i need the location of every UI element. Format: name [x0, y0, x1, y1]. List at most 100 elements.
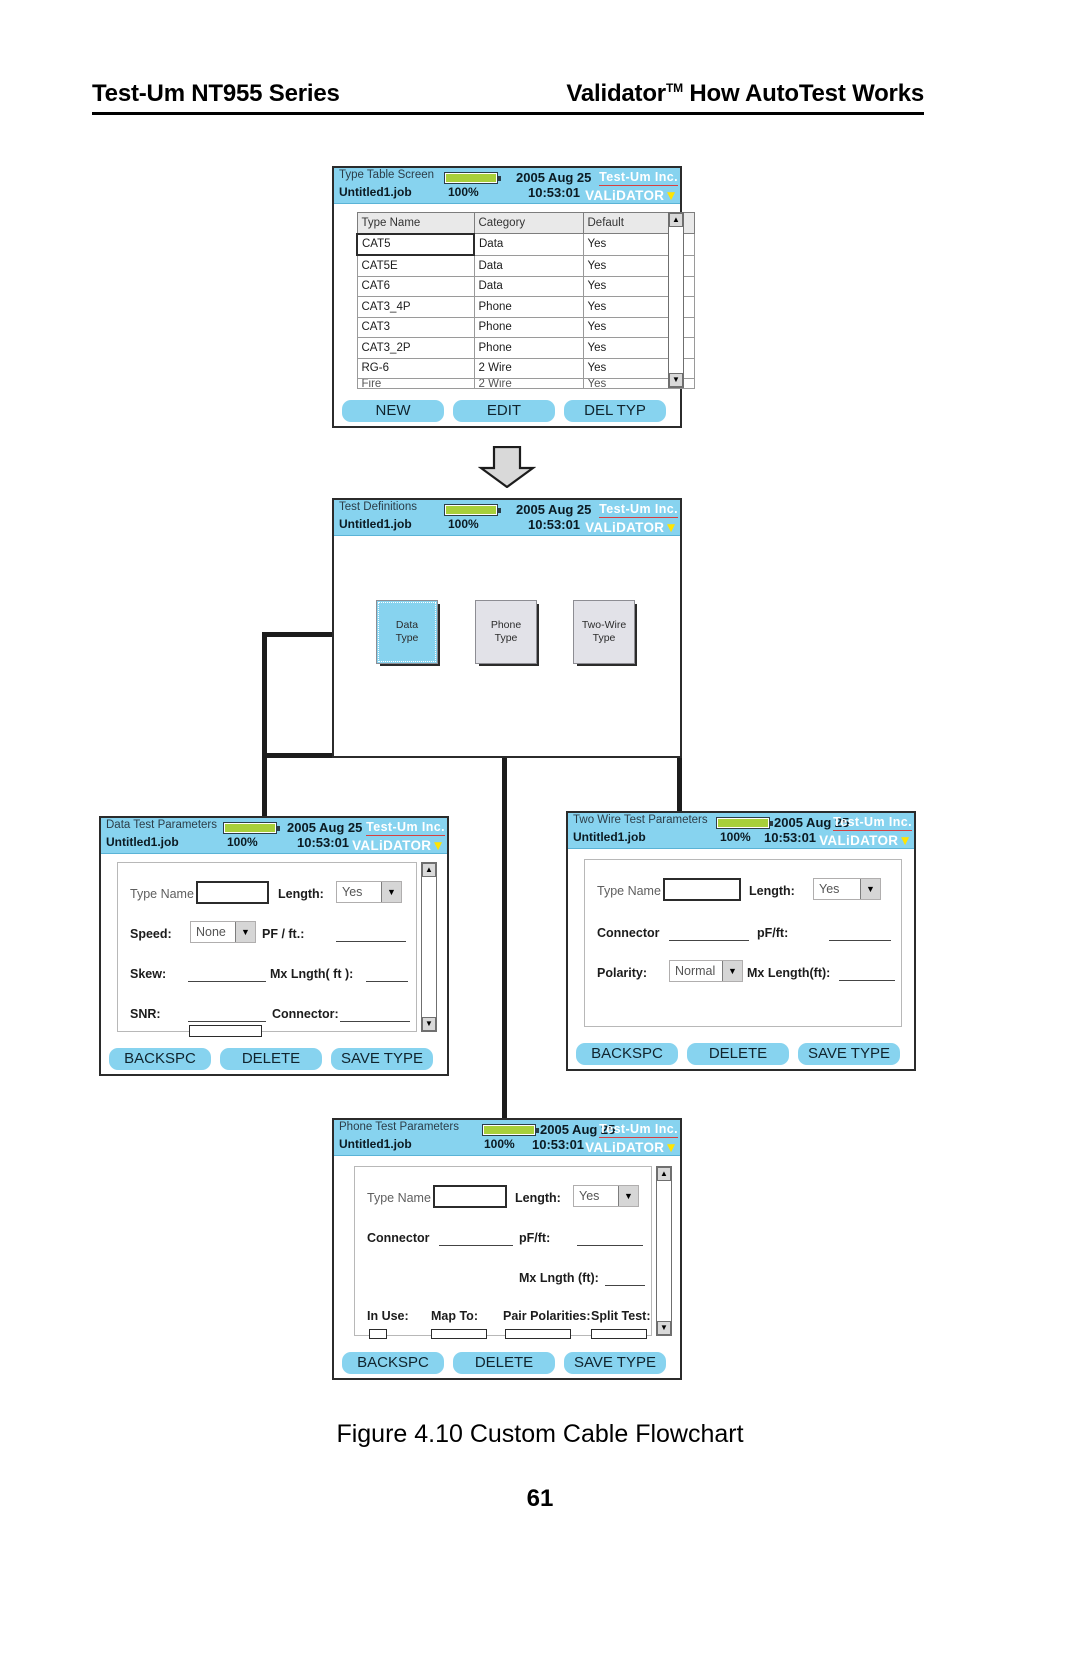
delete-button[interactable]: DELETE — [687, 1043, 789, 1065]
connector-label: Connector: — [272, 1007, 339, 1021]
cell-category[interactable]: Data — [473, 254, 584, 277]
brand-product-text: VALiDATOR — [585, 187, 665, 203]
scroll-up-icon[interactable]: ▲ — [657, 1167, 671, 1181]
table-row: CAT3_2P Phone Yes — [356, 337, 695, 359]
cell-category[interactable]: Data — [473, 275, 584, 297]
cell-type-name[interactable]: CAT3 — [356, 316, 475, 338]
new-button[interactable]: NEW — [342, 400, 444, 422]
type-name-input[interactable] — [196, 881, 269, 904]
table-header-row: Type Name Category Default — [356, 212, 695, 234]
chevron-down-icon[interactable]: ▼ — [722, 961, 742, 981]
connector-input[interactable] — [340, 1021, 410, 1022]
save-type-button[interactable]: SAVE TYPE — [331, 1048, 433, 1070]
table-row: CAT6 Data Yes — [356, 275, 695, 297]
type-name-label: Type Name — [367, 1191, 431, 1205]
screen-type-table[interactable]: Type Table Screen Untitled1.job 100% 200… — [332, 166, 695, 428]
cell-type-name[interactable]: CAT3_2P — [356, 337, 475, 359]
type-name-input[interactable] — [433, 1185, 507, 1208]
battery-percent: 100% — [227, 835, 258, 849]
del-typ-button[interactable]: DEL TYP — [564, 400, 666, 422]
pair-polarities-label: Pair Polarities: — [503, 1309, 591, 1323]
scroll-thumb[interactable] — [669, 227, 683, 283]
skew-input[interactable] — [188, 981, 266, 982]
form-scrollbar[interactable]: ▲ ▼ — [421, 862, 437, 1032]
scroll-up-icon[interactable]: ▲ — [422, 863, 436, 877]
brand-product: VALiDATOR▼ — [819, 832, 912, 848]
length-select[interactable]: Yes ▼ — [336, 881, 402, 903]
cell-type-name[interactable]: CAT6 — [356, 275, 475, 297]
delete-button[interactable]: DELETE — [220, 1048, 322, 1070]
connector-input[interactable] — [669, 940, 749, 941]
save-type-button[interactable]: SAVE TYPE — [564, 1352, 666, 1374]
backspc-button[interactable]: BACKSPC — [109, 1048, 211, 1070]
time-label: 10:53:01 — [528, 185, 581, 200]
polarity-select[interactable]: Normal ▼ — [669, 960, 743, 982]
flow-arrow-down-icon — [477, 445, 537, 489]
type-table[interactable]: Type Name Category Default CAT5 Data Yes C… — [356, 212, 695, 389]
flow-label-line1: Two-Wire — [581, 618, 627, 631]
brand-product-text: VALiDATOR — [585, 1139, 665, 1155]
chevron-down-icon[interactable]: ▼ — [235, 922, 255, 942]
header-right-rest: How AutoTest Works — [682, 80, 924, 107]
flow-box-data-type[interactable]: Data Type — [376, 600, 438, 664]
cell-type-name[interactable]: Fire — [356, 378, 475, 389]
pair-polarity-input[interactable] — [505, 1329, 571, 1339]
connector-label: Connector — [367, 1231, 430, 1245]
screen-title: Phone Test Parameters — [339, 1121, 459, 1133]
cell-category[interactable]: 2 Wire — [473, 378, 584, 389]
table-row: Fire 2 Wire Yes — [356, 378, 695, 389]
chevron-down-icon[interactable]: ▼ — [618, 1186, 638, 1206]
delete-button[interactable]: DELETE — [453, 1352, 555, 1374]
cell-type-name[interactable]: CAT5 — [356, 232, 475, 256]
brand-product-text: VALiDATOR — [352, 837, 432, 853]
scroll-up-icon[interactable]: ▲ — [669, 213, 683, 227]
screen-data-test-parameters[interactable]: Data Test Parameters Untitled1.job 100% … — [99, 816, 449, 1076]
scroll-down-icon[interactable]: ▼ — [657, 1321, 671, 1335]
brand-product-text: VALiDATOR — [819, 832, 899, 848]
length-select[interactable]: Yes ▼ — [573, 1185, 639, 1207]
battery-icon — [482, 1124, 539, 1136]
screen-phone-test-parameters[interactable]: Phone Test Parameters Untitled1.job 100%… — [332, 1118, 682, 1380]
scroll-thumb[interactable] — [422, 877, 436, 925]
job-name: Untitled1.job — [573, 830, 646, 844]
scroll-down-icon[interactable]: ▼ — [669, 373, 683, 387]
edit-button[interactable]: EDIT — [453, 400, 555, 422]
screen-two-wire-test-parameters[interactable]: Two Wire Test Parameters Untitled1.job 1… — [566, 811, 916, 1071]
cell-category[interactable]: Data — [473, 233, 584, 256]
chevron-down-icon[interactable]: ▼ — [381, 882, 401, 902]
backspc-button[interactable]: BACKSPC — [342, 1352, 444, 1374]
map-to-input[interactable] — [431, 1329, 487, 1339]
date-label: 2005 Aug 25 — [287, 820, 363, 835]
connector-input[interactable] — [439, 1245, 513, 1246]
scroll-down-icon[interactable]: ▼ — [422, 1017, 436, 1031]
cell-category[interactable]: Phone — [473, 337, 584, 359]
mx-length-input[interactable] — [605, 1285, 645, 1286]
snr-input[interactable] — [188, 1021, 266, 1022]
mx-length-input[interactable] — [839, 980, 895, 981]
mx-length-input[interactable] — [366, 981, 408, 982]
pf-per-ft-input[interactable] — [336, 941, 406, 942]
flow-box-phone-type[interactable]: Phone Type — [475, 600, 537, 664]
length-select[interactable]: Yes ▼ — [813, 878, 881, 900]
clipped-next-field[interactable] — [189, 1025, 262, 1037]
chevron-down-icon[interactable]: ▼ — [860, 879, 880, 899]
cell-category[interactable]: Phone — [473, 316, 584, 338]
backspc-button[interactable]: BACKSPC — [576, 1043, 678, 1065]
pf-per-ft-input[interactable] — [829, 940, 891, 941]
cell-category[interactable]: Phone — [473, 296, 584, 318]
cell-type-name[interactable]: CAT3_4P — [356, 296, 475, 318]
flow-box-two-wire-type[interactable]: Two-Wire Type — [573, 600, 635, 664]
cell-type-name[interactable]: CAT5E — [356, 254, 475, 277]
save-type-button[interactable]: SAVE TYPE — [798, 1043, 900, 1065]
form-scrollbar[interactable]: ▲ ▼ — [656, 1166, 672, 1336]
table-scrollbar[interactable]: ▲ ▼ — [668, 212, 684, 388]
scroll-thumb[interactable] — [657, 1181, 671, 1229]
type-name-input[interactable] — [663, 878, 741, 901]
cell-type-name[interactable]: RG-6 — [356, 357, 475, 379]
cell-category[interactable]: 2 Wire — [473, 357, 584, 379]
title-bar: Two Wire Test Parameters Untitled1.job 1… — [568, 813, 914, 849]
speed-select[interactable]: None ▼ — [190, 921, 256, 943]
pf-per-ft-input[interactable] — [577, 1245, 643, 1246]
split-test-input[interactable] — [591, 1329, 647, 1339]
in-use-checkbox[interactable] — [369, 1329, 387, 1339]
